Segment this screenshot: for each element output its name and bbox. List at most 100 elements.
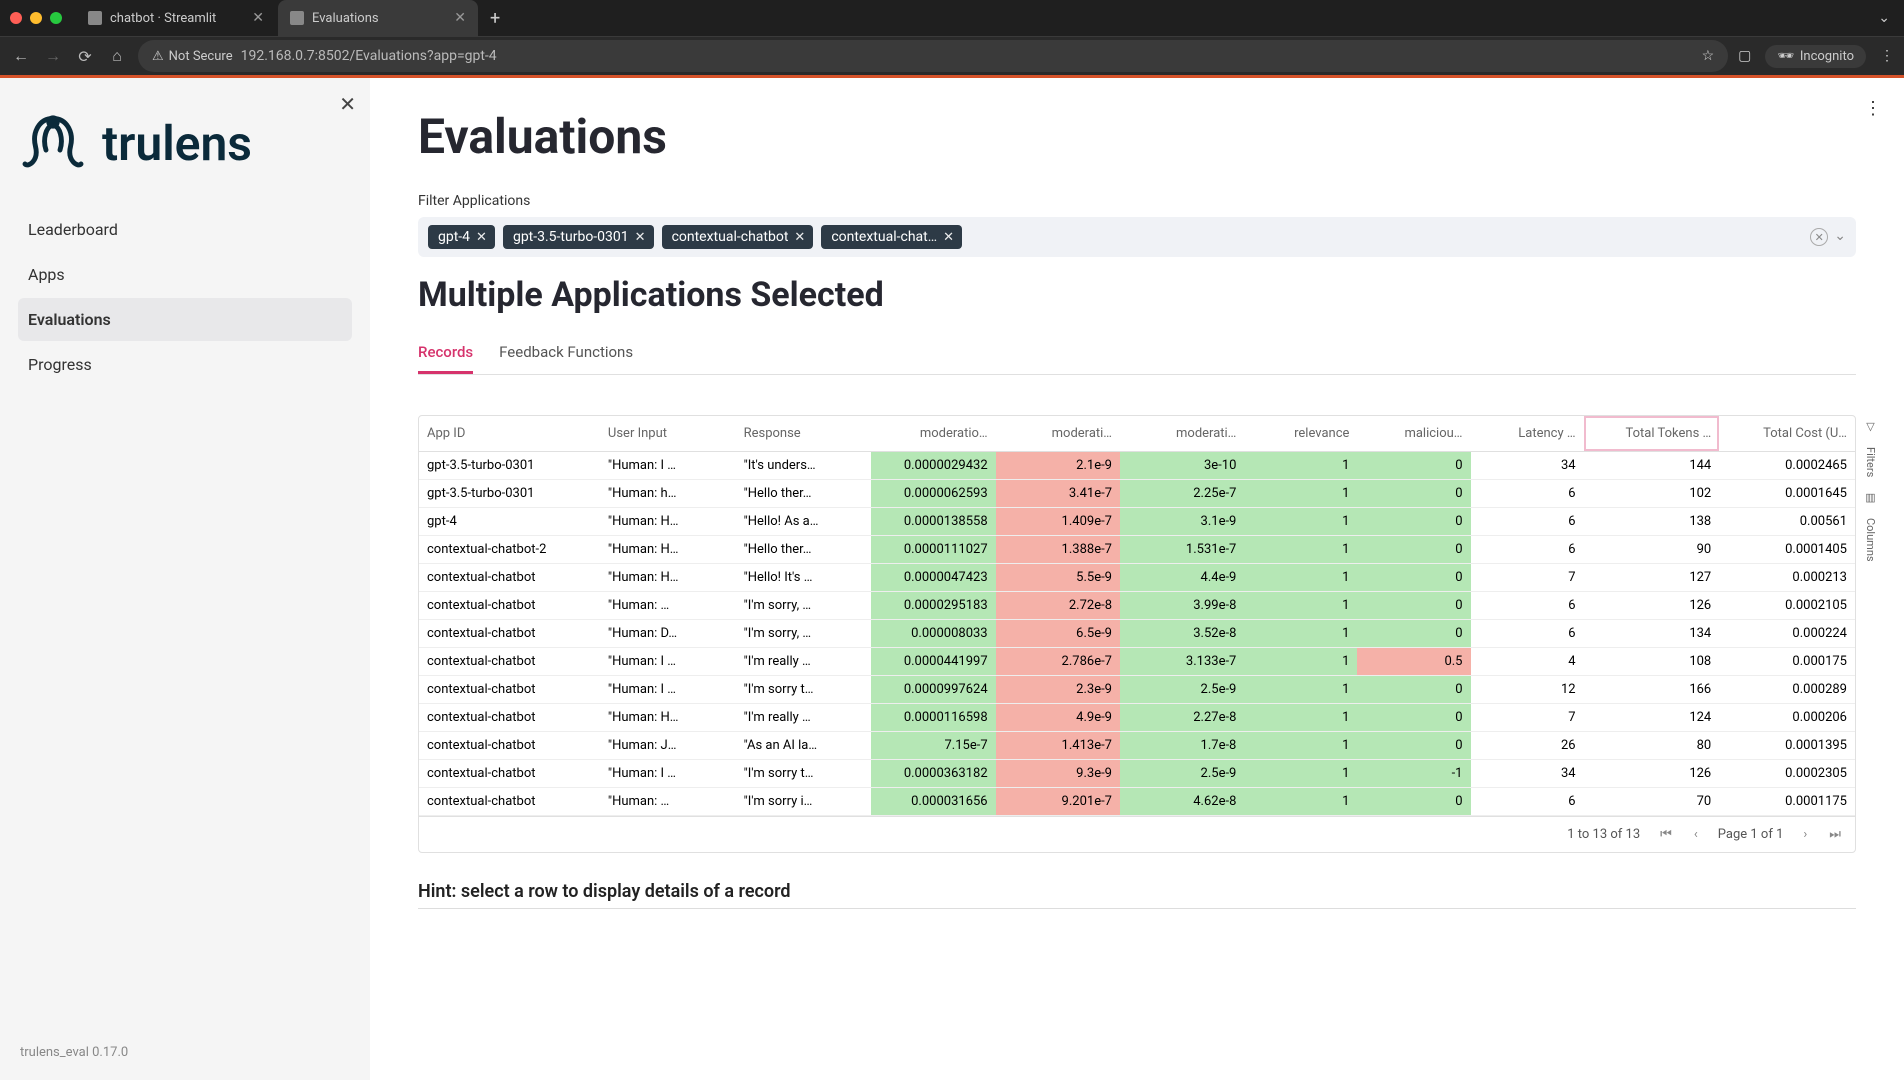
page-menu-icon[interactable]: ⋮ <box>1864 98 1882 119</box>
chip-remove-icon[interactable]: ✕ <box>943 230 954 245</box>
browser-chrome: chatbot · Streamlit✕Evaluations✕ + ⌄ ← →… <box>0 0 1904 78</box>
chip-label: contextual-chatbot <box>672 229 789 245</box>
column-header[interactable]: moderatio… <box>871 416 995 452</box>
chip-remove-icon[interactable]: ✕ <box>476 230 487 245</box>
close-window-icon[interactable] <box>10 12 22 24</box>
url-field[interactable]: ⚠ Not Secure 192.168.0.7:8502/Evaluation… <box>138 40 1728 72</box>
column-header[interactable]: Response <box>736 416 872 452</box>
column-header[interactable]: User Input <box>600 416 736 452</box>
chip-remove-icon[interactable]: ✕ <box>635 230 646 245</box>
table-row[interactable]: gpt-3.5-turbo-0301"Human: h…"Hello ther…… <box>419 480 1855 508</box>
columns-icon[interactable]: ▥ <box>1865 491 1875 504</box>
cell: 0 <box>1357 592 1470 620</box>
chrome-menu-icon[interactable]: ⌄ <box>1878 10 1890 26</box>
column-header[interactable]: Latency … <box>1471 416 1584 452</box>
tab-feedback-functions[interactable]: Feedback Functions <box>499 333 633 374</box>
cell: "I'm really … <box>736 648 872 676</box>
maximize-window-icon[interactable] <box>50 12 62 24</box>
table-row[interactable]: contextual-chatbot"Human: I …"I'm really… <box>419 648 1855 676</box>
filters-icon[interactable]: ▽ <box>1866 420 1874 433</box>
column-header[interactable]: moderati… <box>1120 416 1244 452</box>
tab-records[interactable]: Records <box>418 333 473 374</box>
cell: "As an AI la… <box>736 732 872 760</box>
pager-prev-icon[interactable]: ‹ <box>1692 827 1700 842</box>
filter-chip[interactable]: gpt-4✕ <box>428 225 495 249</box>
clear-filters-icon[interactable]: ✕ <box>1810 228 1828 246</box>
new-tab-button[interactable]: + <box>480 8 510 29</box>
url-text: 192.168.0.7:8502/Evaluations?app=gpt-4 <box>241 48 1694 64</box>
browser-right-controls: ▢ 🕶 Incognito ⋮ <box>1738 45 1894 68</box>
panel-icon[interactable]: ▢ <box>1738 48 1751 64</box>
column-header[interactable]: maliciou… <box>1357 416 1470 452</box>
filter-chip[interactable]: gpt-3.5-turbo-0301✕ <box>503 225 654 249</box>
sidebar-item-evaluations[interactable]: Evaluations <box>18 298 352 341</box>
cell: 1 <box>1244 788 1357 816</box>
cell: 3.133e-7 <box>1120 648 1244 676</box>
not-secure-badge[interactable]: ⚠ Not Secure <box>152 49 233 64</box>
not-secure-label: Not Secure <box>169 49 233 64</box>
table-row[interactable]: contextual-chatbot"Human: I …"I'm sorry … <box>419 676 1855 704</box>
kebab-icon[interactable]: ⋮ <box>1880 48 1894 64</box>
minimize-window-icon[interactable] <box>30 12 42 24</box>
column-header[interactable]: App ID <box>419 416 600 452</box>
reload-button[interactable]: ⟳ <box>74 47 96 66</box>
forward-button[interactable]: → <box>42 46 64 66</box>
incognito-badge[interactable]: 🕶 Incognito <box>1765 45 1866 68</box>
sidebar-item-apps[interactable]: Apps <box>18 253 352 296</box>
pager-first-icon[interactable]: ⏮ <box>1658 827 1674 842</box>
cell: 80 <box>1584 732 1720 760</box>
sidebar-item-progress[interactable]: Progress <box>18 343 352 386</box>
columns-label[interactable]: Columns <box>1864 518 1877 562</box>
column-header[interactable]: Total Cost (U… <box>1719 416 1855 452</box>
filter-chip[interactable]: contextual-chatbot ✕ <box>662 225 814 249</box>
cell: 2.786e-7 <box>996 648 1120 676</box>
cell: 0.000213 <box>1719 564 1855 592</box>
cell: "Human: … <box>600 592 736 620</box>
cell: 1 <box>1244 452 1357 480</box>
filters-label[interactable]: Filters <box>1864 447 1877 477</box>
cell: "Human: I … <box>600 648 736 676</box>
table-row[interactable]: contextual-chatbot-2"Human: H…"Hello the… <box>419 536 1855 564</box>
sidebar-item-leaderboard[interactable]: Leaderboard <box>18 208 352 251</box>
pager-last-icon[interactable]: ⏭ <box>1827 827 1843 842</box>
chip-remove-icon[interactable]: ✕ <box>794 230 805 245</box>
back-button[interactable]: ← <box>10 46 32 66</box>
star-icon[interactable]: ☆ <box>1702 48 1715 64</box>
table-row[interactable]: gpt-3.5-turbo-0301"Human: I …"It's under… <box>419 452 1855 480</box>
sidebar-close-icon[interactable]: ✕ <box>339 92 356 116</box>
table-row[interactable]: contextual-chatbot"Human: …"I'm sorry, …… <box>419 592 1855 620</box>
browser-tab[interactable]: Evaluations✕ <box>278 0 478 36</box>
cell: "I'm sorry, … <box>736 592 872 620</box>
pager-next-icon[interactable]: › <box>1801 827 1809 842</box>
column-header[interactable]: moderati… <box>996 416 1120 452</box>
cell: "Human: … <box>600 788 736 816</box>
cell: 126 <box>1584 592 1720 620</box>
cell: "Human: I … <box>600 676 736 704</box>
home-button[interactable]: ⌂ <box>106 46 128 66</box>
cell: 3.99e-8 <box>1120 592 1244 620</box>
column-header[interactable]: Total Tokens … <box>1584 416 1720 452</box>
cell: 1 <box>1244 620 1357 648</box>
cell: 1 <box>1244 760 1357 788</box>
table-row[interactable]: contextual-chatbot"Human: H…"Hello! It's… <box>419 564 1855 592</box>
filter-chips[interactable]: gpt-4✕ gpt-3.5-turbo-0301✕ contextual-chat… <box>418 217 1856 257</box>
browser-tab[interactable]: chatbot · Streamlit✕ <box>76 0 276 36</box>
filter-chip[interactable]: contextual-chat… ✕ <box>821 225 962 249</box>
table-row[interactable]: contextual-chatbot"Human: D…"I'm sorry, … <box>419 620 1855 648</box>
chip-label: contextual-chat… <box>831 229 937 245</box>
close-tab-icon[interactable]: ✕ <box>454 10 466 26</box>
cell: "I'm sorry t… <box>736 676 872 704</box>
close-tab-icon[interactable]: ✕ <box>252 10 264 26</box>
cell: "I'm sorry i… <box>736 788 872 816</box>
cell: "Human: D… <box>600 620 736 648</box>
cell: contextual-chatbot <box>419 676 600 704</box>
table-row[interactable]: contextual-chatbot"Human: I …"I'm sorry … <box>419 760 1855 788</box>
cell: 1 <box>1244 704 1357 732</box>
table-row[interactable]: contextual-chatbot"Human: H…"I'm really … <box>419 704 1855 732</box>
pager-range: 1 to 13 of 13 <box>1567 827 1640 842</box>
table-row[interactable]: contextual-chatbot"Human: …"I'm sorry i…… <box>419 788 1855 816</box>
table-row[interactable]: contextual-chatbot"Human: J…"As an AI la… <box>419 732 1855 760</box>
column-header[interactable]: relevance <box>1244 416 1357 452</box>
table-row[interactable]: gpt-4"Human: H…"Hello! As a…0.0000138558… <box>419 508 1855 536</box>
dropdown-icon[interactable]: ⌄ <box>1834 228 1846 246</box>
